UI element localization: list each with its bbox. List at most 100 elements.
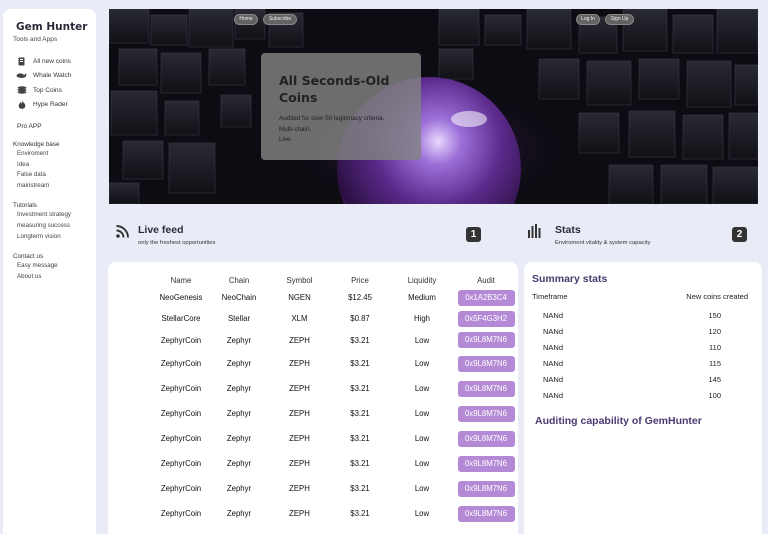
login-button[interactable]: Log In [576, 14, 600, 25]
audit-address-button[interactable]: 0x9L8M7N6 [457, 430, 515, 447]
audit-address-button[interactable]: 0x9L8M7N6 [457, 380, 515, 397]
coin-price: $3.21 [350, 484, 370, 493]
stats-value: 110 [709, 343, 721, 352]
coin-price: $3.21 [350, 459, 370, 468]
table-row[interactable]: StellarCore Stellar XLM $0.87 High 0x5F4… [150, 308, 515, 329]
hero-title: All Seconds-Old Coins [279, 73, 390, 105]
link-measuring-success[interactable]: measuring success [17, 221, 96, 232]
coin-liquidity: Low [414, 384, 430, 393]
column-header-liquidity: Liquidity [407, 276, 437, 285]
pro-app-link[interactable]: Pro APP [17, 123, 96, 130]
stats-timeframe: NANd [543, 327, 564, 336]
audit-cell: 0x9L8M7N6 [457, 426, 515, 451]
link-mainstream[interactable]: mainstream [17, 181, 96, 192]
column-header-new-coins: New coins created [686, 292, 748, 301]
section-contact-us: Contact us [13, 253, 44, 261]
audit-address-button[interactable]: 0x9L8M7N6 [457, 455, 515, 472]
link-enviroment[interactable]: Enviroment [17, 149, 96, 160]
link-about-us[interactable]: About us [17, 272, 96, 283]
link-easy-message[interactable]: Easy message [17, 261, 96, 272]
audit-address-button[interactable]: 0x9L8M7N6 [457, 505, 515, 522]
stats-timeframe: NANd [543, 359, 564, 368]
main-nav: All new coins Whale Watch Top Coins Hype… [13, 54, 96, 112]
home-button[interactable]: Home [234, 14, 258, 25]
coin-symbol: ZEPH [289, 459, 310, 468]
audit-address-button[interactable]: 0x9L8M7N6 [457, 355, 515, 372]
stats-timeframe: NANd [543, 311, 564, 320]
hero-line-multichain: Multi-chain. [279, 125, 312, 133]
table-row[interactable]: ZephyrCoin Zephyr ZEPH $3.21 Low 0x9L8M7… [150, 426, 515, 451]
coin-price: $3.21 [350, 384, 370, 393]
column-header-symbol: Symbol [286, 276, 313, 285]
hero-card: All Seconds-Old Coins Audited for over 5… [261, 53, 421, 160]
audit-cell: 0x9L8M7N6 [457, 501, 515, 526]
table-row[interactable]: ZephyrCoin Zephyr ZEPH $3.21 Low 0x9L8M7… [150, 451, 515, 476]
stats-row: NANd 150 [543, 311, 721, 320]
coin-price: $3.21 [350, 434, 370, 443]
nav-item-top-coins[interactable]: Top Coins [16, 83, 96, 98]
table-row[interactable]: ZephyrCoin Zephyr ZEPH $3.21 Low 0x9L8M7… [150, 476, 515, 501]
stats-value: 100 [708, 391, 721, 400]
stats-panel: Summary stats Timeframe New coins create… [524, 262, 762, 534]
live-feed-header: Live feed only the freshest opportunitie… [138, 224, 215, 246]
coin-symbol: XLM [291, 314, 308, 323]
table-row[interactable]: ZephyrCoin Zephyr ZEPH $3.21 Low 0x9L8M7… [150, 351, 515, 376]
coin-name: NeoGenesis [159, 293, 203, 302]
nav-item-whale-watch[interactable]: Whale Watch [16, 69, 96, 84]
table-row[interactable]: NeoGenesis NeoChain NGEN $12.45 Medium 0… [150, 287, 515, 308]
audit-address-button[interactable]: 0x9L8M7N6 [457, 405, 515, 422]
coin-chain: Zephyr [226, 434, 252, 443]
nav-item-all-new-coins[interactable]: All new coins [16, 54, 96, 69]
coin-symbol: ZEPH [289, 335, 310, 345]
live-feed-subtitle: only the freshest opportunities [138, 240, 216, 246]
coin-liquidity: Low [414, 484, 430, 493]
link-longterm-vision[interactable]: Longterm vision [17, 232, 96, 243]
coin-name: ZephyrCoin [160, 484, 202, 493]
column-header-price: Price [351, 276, 369, 285]
link-idea[interactable]: Idea [17, 160, 96, 171]
table-row[interactable]: ZephyrCoin Zephyr ZEPH $3.21 Low 0x9L8M7… [150, 376, 515, 401]
audit-address-button[interactable]: 0x9L8M7N6 [457, 480, 515, 497]
coins-icon [16, 86, 27, 95]
whale-icon [16, 71, 27, 80]
coin-name: ZephyrCoin [160, 459, 202, 468]
coin-symbol: ZEPH [289, 509, 310, 518]
link-investment-strategy[interactable]: Investment strategy [17, 210, 96, 221]
table-row[interactable]: ZephyrCoin Zephyr ZEPH $3.21 Low 0x9L8M7… [150, 501, 515, 526]
nav-label: All new coins [33, 57, 71, 65]
link-false-data[interactable]: False data [17, 170, 96, 181]
sidebar: Gem Hunter Tools and Apps All new coins … [3, 9, 96, 534]
audit-cell: 0x9L8M7N6 [457, 376, 515, 401]
live-feed-table: Name Chain Symbol Price Liquidity Audit … [150, 274, 515, 526]
coin-liquidity: Low [414, 434, 430, 443]
column-header-audit: Audit [477, 276, 495, 285]
hero-background-image [109, 9, 758, 204]
stats-title: Stats [555, 224, 581, 236]
nav-item-hype-rader[interactable]: Hype Rader [16, 98, 96, 113]
coin-liquidity: Low [414, 335, 430, 345]
coin-price: $3.21 [350, 359, 370, 368]
signup-button[interactable]: Sign Up [605, 14, 634, 25]
subscribe-button[interactable]: Subscribe [263, 14, 297, 25]
stats-value: 115 [709, 359, 721, 368]
bar-chart-icon [528, 224, 541, 238]
audit-address-button[interactable]: 0x5F4G3H2 [457, 310, 515, 327]
stats-value: 120 [708, 327, 721, 336]
coin-name: ZephyrCoin [160, 509, 202, 518]
coin-chain: NeoChain [221, 293, 257, 302]
table-row[interactable]: ZephyrCoin Zephyr ZEPH $3.21 Low 0x9L8M7… [150, 329, 515, 351]
coin-symbol: ZEPH [289, 484, 310, 493]
section-knowledge-base: Knowledge base [13, 141, 60, 148]
stats-row: NANd 100 [543, 391, 721, 400]
audit-cell: 0x9L8M7N6 [457, 401, 515, 426]
table-row[interactable]: ZephyrCoin Zephyr ZEPH $3.21 Low 0x9L8M7… [150, 401, 515, 426]
live-feed-panel: Name Chain Symbol Price Liquidity Audit … [108, 262, 518, 534]
coin-liquidity: Low [414, 409, 430, 418]
coin-chain: Zephyr [226, 509, 252, 518]
audit-address-button[interactable]: 0x9L8M7N6 [457, 332, 515, 348]
audit-address-button[interactable]: 0x1A2B3C4 [457, 289, 515, 306]
brand-title: Gem Hunter [16, 21, 88, 33]
coin-name: ZephyrCoin [160, 409, 202, 418]
rss-icon [116, 225, 129, 238]
coin-liquidity: Low [414, 359, 430, 368]
